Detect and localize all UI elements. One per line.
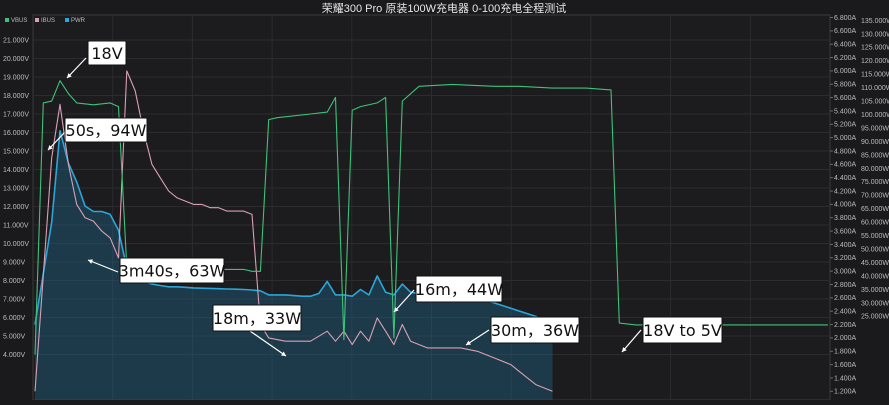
legend: VBUS IBUS PWR: [5, 18, 86, 24]
left-tick-label: 10.000V: [3, 241, 29, 248]
current-tick-label: 4.000A: [834, 202, 857, 209]
power-tick-label: 40.000W: [861, 273, 889, 280]
left-tick-label: 5.000V: [3, 334, 26, 341]
chart-canvas: 21.000V 20.000V 19.000V 18.000V 17.000V 16.00…: [0, 0, 889, 401]
current-tick-label: 6.200A: [834, 55, 857, 62]
current-tick-label: 2.600A: [834, 295, 857, 302]
power-tick-label: 50.000W: [861, 246, 889, 253]
right-current-axis: 6.800A 6.600A 6.400A 6.200A 6.000A 5.800A 5.60…: [830, 15, 857, 396]
legend-label: IBUS: [41, 18, 55, 24]
left-tick-label: 8.000V: [3, 278, 26, 285]
legend-swatch: [65, 18, 69, 22]
left-tick-label: 21.000V: [3, 38, 29, 45]
legend-label: VBUS: [11, 18, 27, 24]
left-tick-label: 18.000V: [3, 93, 29, 100]
left-tick-label: 7.000V: [3, 297, 26, 304]
power-tick-label: 35.000W: [861, 287, 889, 294]
callout-label: 30m，36W: [491, 321, 579, 340]
left-tick-label: 19.000V: [3, 75, 29, 82]
current-tick-label: 3.800A: [834, 215, 857, 222]
left-tick-label: 16.000V: [3, 130, 29, 137]
current-tick-label: 1.800A: [834, 349, 857, 356]
current-tick-label: 3.400A: [834, 242, 857, 249]
power-tick-label: 85.000W: [861, 152, 889, 159]
left-tick-label: 4.000V: [3, 352, 26, 359]
callout-label: 18V to 5V: [643, 321, 722, 340]
callout-label: 16m，44W: [415, 280, 503, 299]
current-tick-label: 4.600A: [834, 162, 857, 169]
left-tick-label: 11.000V: [3, 223, 29, 230]
power-tick-label: 60.000W: [861, 220, 889, 227]
power-tick-label: 105.000W: [861, 99, 889, 106]
power-tick-label: 75.000W: [861, 179, 889, 186]
left-tick-label: 15.000V: [3, 149, 29, 156]
current-tick-label: 1.400A: [834, 375, 857, 382]
power-tick-label: 25.000W: [861, 314, 889, 321]
callout-label: 50s，94W: [66, 121, 147, 140]
current-tick-label: 3.000A: [834, 268, 857, 275]
charging-chart: 21.000V 20.000V 19.000V 18.000V 17.000V 16.00…: [0, 0, 889, 401]
power-tick-label: 70.000W: [861, 193, 889, 200]
power-tick-label: 55.000W: [861, 233, 889, 240]
current-tick-label: 6.800A: [834, 15, 857, 22]
current-tick-label: 5.400A: [834, 108, 857, 115]
right-power-axis: 135.000W 130.000W 125.000W 120.000W 115.000W…: [861, 18, 889, 321]
power-tick-label: 90.000W: [861, 139, 889, 146]
current-tick-label: 4.400A: [834, 175, 857, 182]
power-tick-label: 30.000W: [861, 300, 889, 307]
left-tick-label: 13.000V: [3, 186, 29, 193]
current-tick-label: 2.800A: [834, 282, 857, 289]
current-tick-label: 2.200A: [834, 322, 857, 329]
callout-label: 18V: [91, 44, 122, 63]
left-tick-label: 12.000V: [3, 204, 29, 211]
current-tick-label: 1.200A: [834, 389, 857, 396]
current-tick-label: 5.800A: [834, 82, 857, 89]
power-tick-label: 115.000W: [861, 72, 889, 79]
left-tick-label: 6.000V: [3, 315, 26, 322]
left-tick-label: 17.000V: [3, 112, 29, 119]
current-tick-label: 5.000A: [834, 135, 857, 142]
power-tick-label: 95.000W: [861, 125, 889, 132]
legend-swatch: [5, 18, 9, 22]
current-tick-label: 4.200A: [834, 188, 857, 195]
current-tick-label: 5.200A: [834, 122, 857, 129]
power-tick-label: 125.000W: [861, 45, 889, 52]
current-tick-label: 6.400A: [834, 42, 857, 49]
current-tick-label: 6.000A: [834, 68, 857, 75]
power-tick-label: 110.000W: [861, 85, 889, 92]
current-tick-label: 2.400A: [834, 309, 857, 316]
callout-label: 3m40s，63W: [119, 262, 226, 281]
chart-title: 荣耀300 Pro 原装100W充电器 0-100充电全程测试: [322, 1, 567, 15]
current-tick-label: 1.600A: [834, 362, 857, 369]
power-tick-label: 100.000W: [861, 112, 889, 119]
left-tick-label: 14.000V: [3, 167, 29, 174]
current-tick-label: 3.200A: [834, 255, 857, 262]
power-tick-label: 120.000W: [861, 58, 889, 65]
callout-label: 18m，33W: [213, 309, 301, 328]
power-tick-label: 135.000W: [861, 18, 889, 25]
left-tick-label: 9.000V: [3, 260, 26, 267]
current-tick-label: 2.000A: [834, 335, 857, 342]
legend-label: PWR: [71, 18, 86, 24]
left-tick-label: 20.000V: [3, 56, 29, 63]
current-tick-label: 3.600A: [834, 228, 857, 235]
power-tick-label: 130.000W: [861, 31, 889, 38]
current-tick-label: 5.600A: [834, 95, 857, 102]
power-tick-label: 80.000W: [861, 166, 889, 173]
power-tick-label: 65.000W: [861, 206, 889, 213]
current-tick-label: 6.600A: [834, 28, 857, 35]
power-tick-label: 45.000W: [861, 260, 889, 267]
legend-swatch: [35, 18, 39, 22]
current-tick-label: 4.800A: [834, 148, 857, 155]
